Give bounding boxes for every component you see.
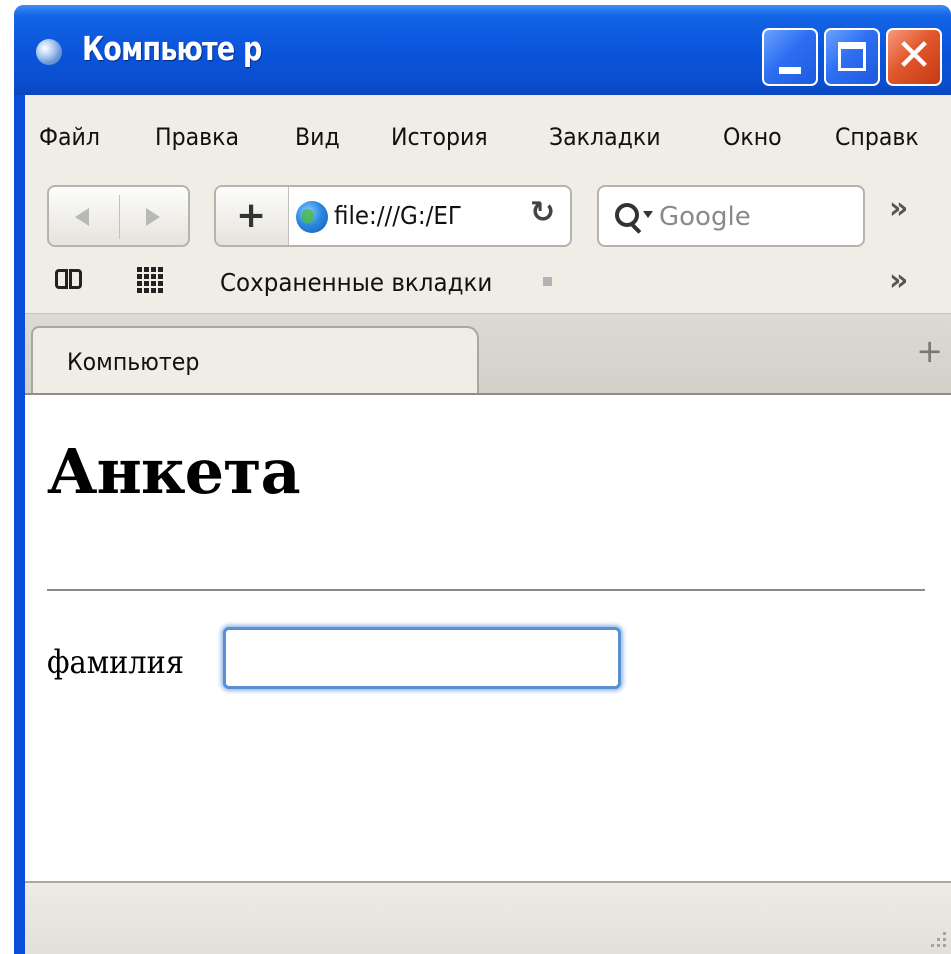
tab-computer[interactable]: Компьютер — [31, 326, 479, 394]
page-heading: Анкета — [47, 435, 301, 508]
search-engine-dropdown-icon[interactable] — [643, 211, 653, 218]
grid-icon[interactable] — [137, 267, 163, 293]
menu-window[interactable]: Окно — [723, 123, 782, 151]
book-icon[interactable] — [55, 269, 85, 291]
navigation-toolbar: + file:///G:/EГ ↻ » — [25, 175, 951, 251]
page-content: Анкета фамилия — [25, 393, 951, 883]
tab-strip: Компьютер + — [25, 313, 951, 394]
status-bar — [25, 881, 951, 954]
saved-tabs-bookmark[interactable]: Сохраненные вкладки — [220, 268, 492, 297]
site-globe-icon — [296, 201, 328, 233]
bookmark-square-icon — [543, 277, 552, 286]
browser-window: Компьюте р ✕ Файл Правка Вид История Зак… — [14, 5, 951, 954]
forward-button[interactable] — [120, 191, 188, 243]
menu-bar: Файл Правка Вид История Закладки Окно Сп… — [25, 95, 951, 175]
reload-icon[interactable]: ↻ — [530, 195, 555, 230]
menu-file[interactable]: Файл — [39, 123, 100, 151]
minimize-icon — [779, 67, 801, 74]
new-tab-plus-icon[interactable]: + — [916, 332, 943, 370]
back-arrow-icon — [75, 208, 89, 226]
search-box[interactable] — [597, 185, 865, 247]
minimize-button[interactable] — [762, 28, 818, 86]
menu-history[interactable]: История — [391, 123, 488, 151]
maximize-button[interactable] — [824, 28, 880, 86]
back-forward-group — [47, 185, 190, 247]
chevron-double-right-icon[interactable]: » — [889, 191, 908, 226]
forward-arrow-icon — [146, 208, 160, 226]
plus-icon: + — [236, 195, 267, 236]
search-icon[interactable] — [615, 203, 639, 227]
menu-bookmarks[interactable]: Закладки — [549, 123, 661, 151]
browser-chrome: Файл Правка Вид История Закладки Окно Сп… — [25, 95, 951, 954]
horizontal-rule — [47, 589, 925, 591]
menu-edit[interactable]: Правка — [155, 123, 239, 151]
surname-input[interactable] — [223, 627, 621, 689]
address-bar[interactable]: + file:///G:/EГ ↻ — [214, 185, 572, 247]
maximize-icon — [838, 42, 866, 71]
menu-view[interactable]: Вид — [295, 123, 340, 151]
url-text[interactable]: file:///G:/EГ — [334, 201, 509, 230]
resize-grip-icon[interactable] — [929, 930, 947, 948]
title-bar[interactable]: Компьюте р ✕ — [14, 5, 951, 95]
menu-help[interactable]: Справк — [835, 123, 919, 151]
close-icon: ✕ — [895, 30, 933, 81]
surname-label: фамилия — [47, 643, 184, 681]
bookmarks-overflow-chevron-icon[interactable]: » — [889, 263, 908, 298]
globe-icon — [36, 39, 62, 65]
window-title: Компьюте р — [82, 29, 262, 68]
tab-label: Компьютер — [67, 348, 200, 376]
add-bookmark-button[interactable]: + — [216, 187, 289, 245]
close-button[interactable]: ✕ — [886, 28, 942, 86]
search-input[interactable] — [657, 199, 851, 235]
bookmarks-bar: Сохраненные вкладки » — [25, 251, 951, 313]
back-button[interactable] — [49, 191, 117, 243]
